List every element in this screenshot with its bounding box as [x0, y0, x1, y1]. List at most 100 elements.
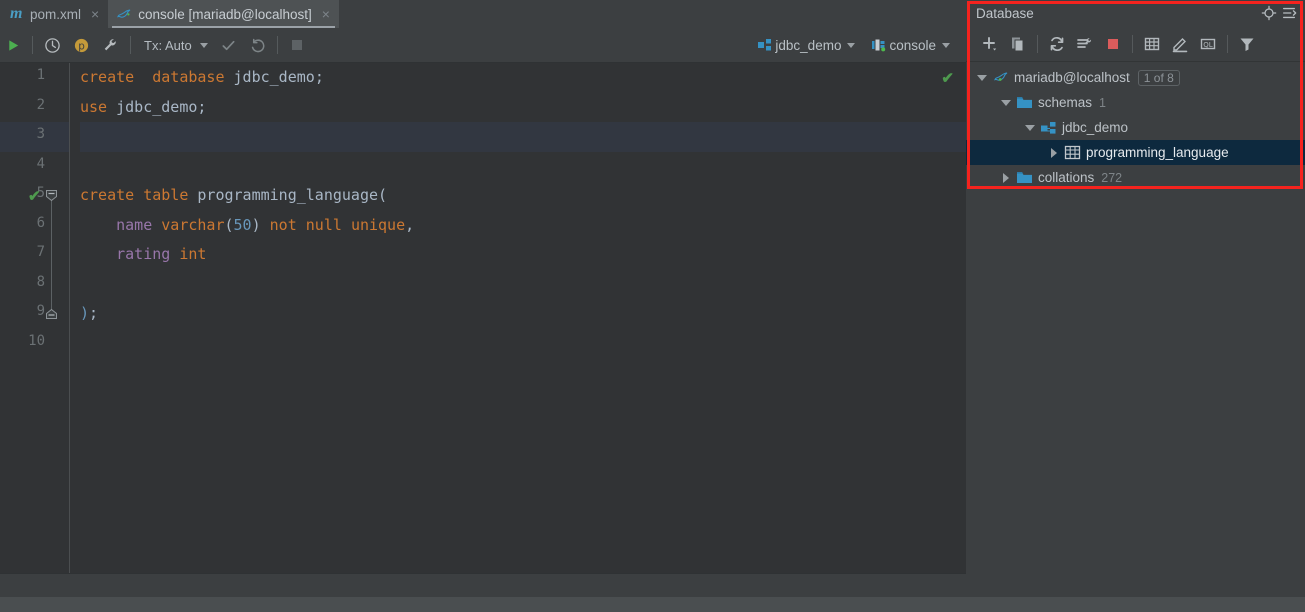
- line-number: 9: [36, 303, 45, 319]
- tab-label: pom.xml: [30, 6, 82, 22]
- database-panel-toolbar: QL: [966, 26, 1305, 62]
- transaction-mode-label: Tx: Auto: [144, 37, 192, 53]
- close-icon[interactable]: ×: [322, 7, 330, 21]
- schema-label: jdbc_demo: [775, 37, 842, 53]
- code-line[interactable]: name varchar(50) not null unique,: [80, 211, 966, 241]
- sync-settings-icon[interactable]: [1071, 30, 1099, 58]
- tab-pom-xml[interactable]: m pom.xml ×: [0, 0, 108, 28]
- database-tree[interactable]: mariadb@localhost 1 of 8 schemas 1 jdbc_demo…: [966, 62, 1305, 190]
- tree-node-label: schemas: [1038, 95, 1093, 110]
- close-icon[interactable]: ×: [91, 7, 99, 21]
- line-number: 8: [36, 273, 45, 290]
- gutter-line[interactable]: 7: [0, 240, 69, 270]
- code-token: ,: [405, 215, 415, 234]
- schema-selector[interactable]: jdbc_demo: [751, 28, 861, 63]
- code-token: ): [251, 215, 261, 234]
- divider: [1037, 34, 1038, 53]
- code-token: create: [80, 68, 135, 86]
- tree-node[interactable]: jdbc_demo: [966, 115, 1305, 140]
- svg-text:QL: QL: [1203, 41, 1213, 49]
- chevron-right-icon[interactable]: [998, 172, 1014, 183]
- tab-console-mariadb[interactable]: console [mariadb@localhost] ×: [108, 0, 339, 28]
- code-token: ): [80, 304, 90, 322]
- locate-icon[interactable]: [1259, 3, 1279, 23]
- gutter-line[interactable]: 4: [0, 152, 69, 182]
- chevron-down-icon[interactable]: [1022, 124, 1038, 131]
- code-line[interactable]: use jdbc_demo;: [80, 93, 966, 123]
- tree-node[interactable]: mariadb@localhost 1 of 8: [966, 65, 1305, 90]
- tree-node-label: jdbc_demo: [1062, 120, 1129, 135]
- ide-window: m pom.xml × console [mariadb@localhost] …: [0, 0, 1305, 612]
- chevron-down-icon[interactable]: [998, 99, 1014, 106]
- chevron-down-icon: [847, 42, 856, 48]
- divider: [32, 36, 33, 54]
- line-number: 10: [28, 332, 45, 349]
- open-table-editor-icon[interactable]: [1138, 30, 1166, 58]
- modify-icon[interactable]: [1166, 30, 1194, 58]
- toolbar-right-group: jdbc_demo console: [751, 28, 966, 63]
- code-line[interactable]: create database jdbc_demo;: [80, 63, 966, 93]
- chevron-right-icon[interactable]: [1046, 147, 1062, 158]
- parameters-icon[interactable]: p: [67, 28, 96, 63]
- add-icon[interactable]: [976, 30, 1004, 58]
- fold-end-icon[interactable]: [45, 307, 58, 320]
- gutter-line[interactable]: 6: [0, 211, 69, 241]
- gutter-line[interactable]: 3: [0, 122, 69, 152]
- schema-icon: [1038, 120, 1058, 136]
- history-icon[interactable]: [38, 28, 67, 63]
- commit-icon[interactable]: [214, 28, 243, 63]
- tree-node-label: collations: [1038, 170, 1095, 185]
- filter-icon[interactable]: [1233, 30, 1261, 58]
- child-count: 1: [1099, 95, 1106, 110]
- chevron-down-icon[interactable]: [974, 74, 990, 81]
- code-line[interactable]: [80, 122, 966, 152]
- gutter-line[interactable]: 2: [0, 93, 69, 123]
- code-token: jdbc_demo: [116, 97, 198, 116]
- jump-to-query-console-icon[interactable]: QL: [1194, 30, 1222, 58]
- child-count: 272: [1101, 170, 1123, 185]
- line-number: 4: [36, 155, 45, 172]
- tree-node[interactable]: collations 272: [966, 165, 1305, 190]
- duplicate-icon[interactable]: [1004, 30, 1032, 58]
- tree-node[interactable]: programming_language: [966, 140, 1305, 165]
- code-line[interactable]: [80, 329, 966, 359]
- sql-editor[interactable]: 1 2 3 4 5 ✔ 6 7 8 9 10 create database jdbc_demo; u…: [0, 63, 966, 573]
- rollback-icon[interactable]: [243, 28, 272, 63]
- transaction-mode-selector[interactable]: Tx: Auto: [136, 28, 214, 63]
- run-icon[interactable]: [0, 28, 27, 63]
- gutter-line[interactable]: 5 ✔: [0, 181, 69, 211]
- tab-label: console [mariadb@localhost]: [138, 6, 312, 22]
- editor-code-area[interactable]: create database jdbc_demo; use jdbc_demo;…: [70, 63, 966, 573]
- stop-icon[interactable]: [283, 28, 311, 63]
- gutter-line[interactable]: 8: [0, 270, 69, 300]
- wrench-icon[interactable]: [96, 28, 125, 63]
- stop-icon[interactable]: [1099, 30, 1127, 58]
- code-line[interactable]: [80, 152, 966, 182]
- session-selector[interactable]: console: [865, 28, 956, 63]
- console-toolbar: p Tx: Auto jdbc_demo console: [0, 28, 966, 63]
- code-line[interactable]: rating int: [80, 240, 966, 270]
- gutter-line[interactable]: 1: [0, 63, 69, 93]
- inspection-ok-icon: ✔: [941, 70, 954, 87]
- statement-ok-icon: ✔: [28, 188, 41, 205]
- gutter-line[interactable]: 9: [0, 299, 69, 329]
- database-tool-window: Database QL mariadb@localhost 1 of 8 sch…: [966, 0, 1305, 597]
- refresh-icon[interactable]: [1043, 30, 1071, 58]
- code-token: unique: [350, 215, 406, 234]
- tree-node[interactable]: schemas 1: [966, 90, 1305, 115]
- code-line[interactable]: create table programming_language(: [80, 181, 966, 211]
- code-line[interactable]: );: [80, 299, 966, 329]
- editor-tab-bar: m pom.xml × console [mariadb@localhost] …: [0, 0, 966, 28]
- code-line[interactable]: [80, 270, 966, 300]
- gutter-line[interactable]: 10: [0, 329, 69, 359]
- editor-gutter[interactable]: 1 2 3 4 5 ✔ 6 7 8 9 10: [0, 63, 70, 573]
- code-token: database: [152, 68, 225, 86]
- code-token: (: [378, 186, 388, 204]
- hide-icon[interactable]: [1279, 3, 1299, 23]
- fold-collapse-icon[interactable]: [45, 189, 58, 202]
